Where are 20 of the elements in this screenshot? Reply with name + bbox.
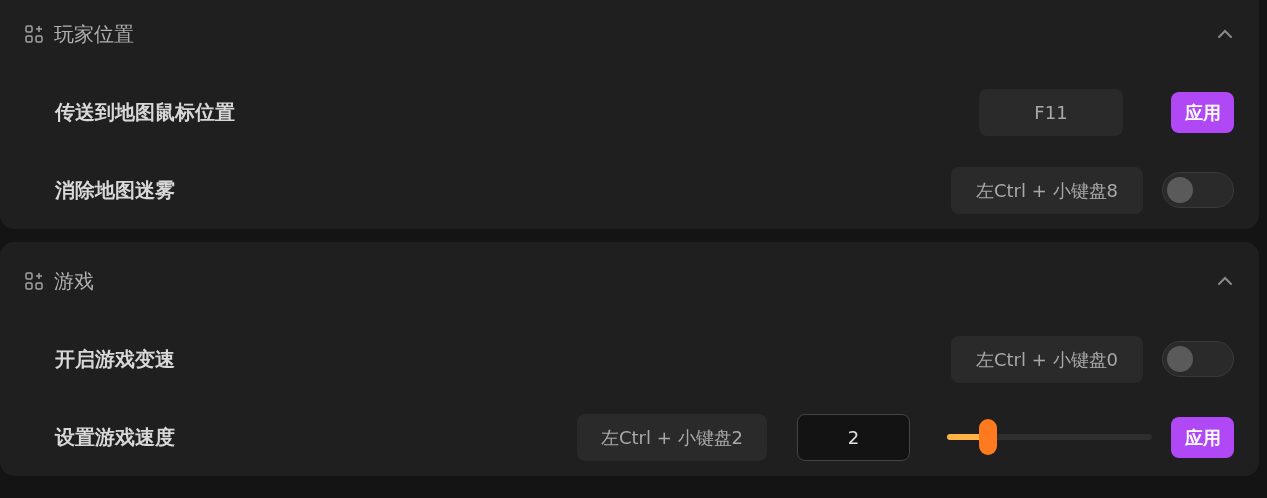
setting-label: 开启游戏变速 (55, 346, 175, 373)
hotkey-field[interactable]: 左Ctrl + 小键盘8 (951, 166, 1143, 214)
toggle-switch[interactable] (1162, 172, 1234, 208)
section-title: 游戏 (54, 268, 94, 295)
apply-button[interactable]: 应用 (1171, 91, 1234, 133)
grid-add-icon (25, 272, 43, 290)
chevron-icon[interactable] (1217, 29, 1233, 39)
setting-label: 设置游戏速度 (55, 424, 175, 451)
toggle-switch[interactable] (1162, 341, 1234, 377)
speed-slider[interactable] (947, 422, 1152, 452)
setting-label: 消除地图迷雾 (55, 177, 175, 204)
section-title: 玩家位置 (54, 21, 134, 48)
apply-button[interactable]: 应用 (1171, 416, 1234, 458)
hotkey-field[interactable]: 左Ctrl + 小键盘2 (577, 413, 767, 461)
speed-input[interactable]: 2 (797, 413, 910, 461)
hotkey-field[interactable]: 左Ctrl + 小键盘0 (951, 335, 1143, 383)
setting-label: 传送到地图鼠标位置 (55, 99, 235, 126)
hotkey-field[interactable]: F11 (979, 88, 1123, 136)
chevron-icon[interactable] (1217, 276, 1233, 286)
grid-add-icon (25, 25, 43, 43)
